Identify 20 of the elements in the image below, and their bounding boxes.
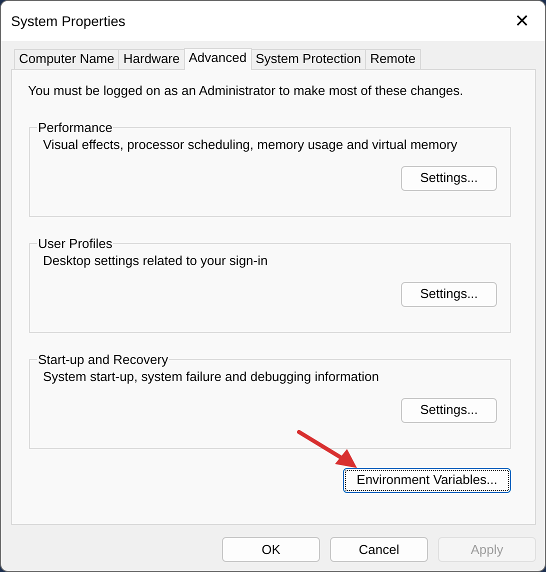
settings-button[interactable]: Settings... <box>401 398 497 422</box>
group-description: Desktop settings related to your sign-in <box>43 252 269 268</box>
close-button[interactable]: ✕ <box>499 1 545 41</box>
tab[interactable]: Advanced <box>184 48 252 70</box>
environment-variables-button[interactable]: Environment Variables... <box>343 468 511 492</box>
tab[interactable]: Computer Name <box>14 49 120 69</box>
group-title: Performance <box>37 120 114 136</box>
group-description: System start-up, system failure and debugging information <box>43 368 380 384</box>
group-title: Start-up and Recovery <box>37 352 170 368</box>
settings-button[interactable]: Settings... <box>401 166 497 190</box>
dialog-button[interactable]: OK <box>222 537 320 562</box>
group-description: Visual effects, processor scheduling, memory usage and virtual memory <box>43 136 458 152</box>
settings-button[interactable]: Settings... <box>401 282 497 306</box>
tab[interactable]: Remote <box>365 49 421 69</box>
window-title: System Properties <box>11 12 126 31</box>
dialog-button[interactable]: Cancel <box>330 537 428 562</box>
notice-text: You must be logged on as an Administrator to make most of these changes. <box>28 82 464 100</box>
annotation-arrow <box>297 429 359 469</box>
group-title: User Profiles <box>37 236 114 252</box>
tab[interactable]: System Protection <box>250 49 366 69</box>
